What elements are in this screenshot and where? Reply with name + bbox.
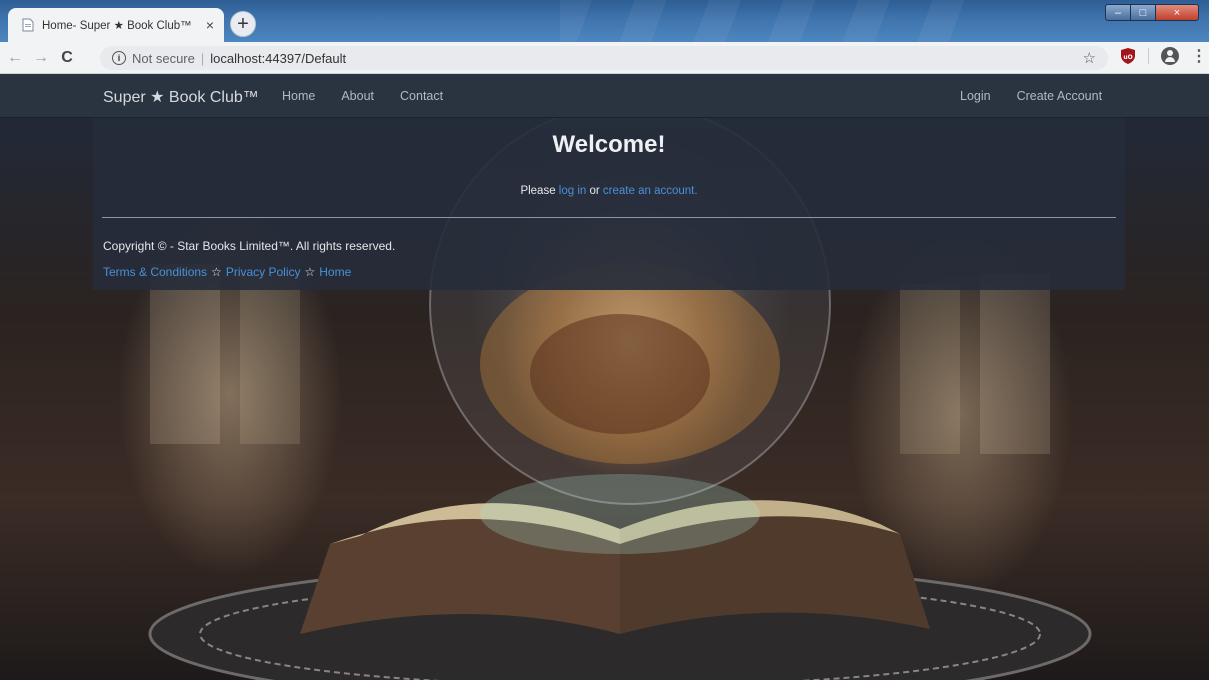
new-tab-button[interactable]: +: [230, 11, 256, 37]
forward-button[interactable]: →: [30, 49, 52, 67]
star-separator-icon: ☆: [211, 265, 222, 279]
bookmark-star-icon[interactable]: ☆: [1083, 49, 1096, 67]
nav-create-account-link[interactable]: Create Account: [1017, 89, 1102, 103]
login-link[interactable]: log in: [559, 185, 587, 197]
window-controls: – □ ×: [1105, 4, 1199, 21]
maximize-button[interactable]: □: [1130, 4, 1156, 21]
profile-icon[interactable]: [1161, 47, 1179, 65]
page-title: Welcome!: [552, 131, 666, 158]
address-separator: |: [200, 50, 205, 66]
nav-account-links: Login Create Account: [960, 89, 1102, 103]
tab-title: Home- Super ★ Book Club™: [42, 20, 192, 32]
site-navbar: Super ★ Book Club™ Home About Contact Lo…: [0, 74, 1209, 118]
nav-login-link[interactable]: Login: [960, 89, 991, 103]
browser-toolbar: ← → C i Not secure | localhost:44397/Def…: [0, 42, 1209, 74]
page-favicon: [22, 18, 34, 32]
login-prompt: Please log in or create an account.: [93, 185, 1125, 197]
svg-text:uO: uO: [1123, 54, 1132, 61]
star-separator-icon: ☆: [304, 265, 316, 279]
site-brand[interactable]: Super ★ Book Club™: [103, 87, 259, 107]
content-panel: Welcome! Please log in or create an acco…: [93, 118, 1125, 290]
create-account-link[interactable]: create an account.: [603, 185, 698, 197]
browser-tab-active[interactable]: Home- Super ★ Book Club™ ×: [8, 8, 224, 42]
close-window-button[interactable]: ×: [1155, 4, 1199, 21]
copyright-text: Copyright © - Star Books Limited™. All r…: [103, 239, 396, 253]
minimize-button[interactable]: –: [1105, 4, 1131, 21]
nav-contact-link[interactable]: Contact: [400, 89, 443, 103]
footer-links: Terms & Conditions ☆ Privacy Policy ☆ Home: [103, 265, 351, 279]
nav-about-link[interactable]: About: [341, 89, 374, 103]
address-bar[interactable]: i Not secure | localhost:44397/Default ☆: [100, 46, 1108, 70]
prompt-middle: or: [586, 185, 603, 197]
terms-link[interactable]: Terms & Conditions: [103, 265, 207, 279]
prompt-prefix: Please: [520, 185, 559, 197]
tab-close-icon[interactable]: ×: [200, 17, 220, 33]
page-viewport: Super ★ Book Club™ Home About Contact Lo…: [0, 74, 1209, 680]
reload-button[interactable]: C: [56, 49, 78, 67]
nav-links: Home About Contact: [282, 89, 469, 103]
menu-dots-icon[interactable]: ⋮: [1191, 46, 1207, 66]
info-icon[interactable]: i: [112, 51, 126, 65]
back-button[interactable]: ←: [4, 49, 26, 67]
security-label: Not secure: [132, 50, 195, 66]
url-text[interactable]: localhost:44397/Default: [210, 51, 346, 66]
toolbar-icons: uO ⋮: [1120, 46, 1207, 66]
privacy-policy-link[interactable]: Privacy Policy: [226, 265, 301, 279]
toolbar-divider: [1148, 48, 1149, 64]
ublock-icon[interactable]: uO: [1120, 47, 1136, 65]
footer-home-link[interactable]: Home: [319, 265, 351, 279]
divider: [102, 217, 1116, 218]
nav-home-link[interactable]: Home: [282, 89, 315, 103]
